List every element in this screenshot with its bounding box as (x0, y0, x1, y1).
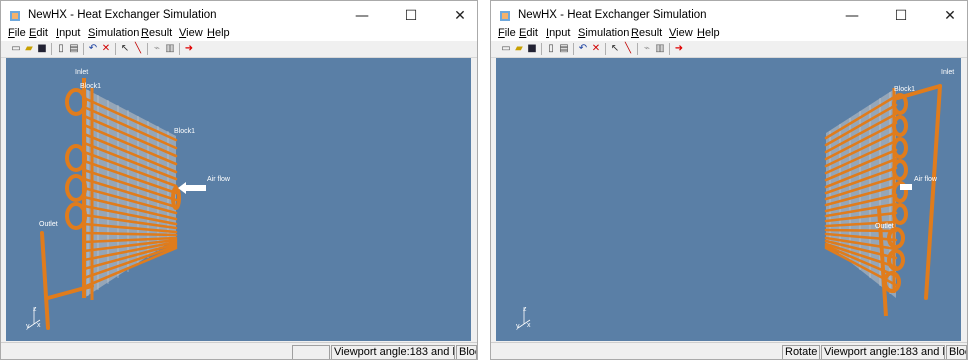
air-flow-arrow (900, 184, 912, 190)
properties-icon[interactable]: ▥ (164, 43, 176, 55)
menu-view[interactable]: View (179, 27, 203, 39)
select-pointer-icon[interactable]: ↖ (119, 43, 131, 55)
minimize-button[interactable]: — (344, 5, 380, 27)
axis-y-label: y (516, 323, 520, 330)
inlet-label: Inlet (941, 69, 954, 76)
properties-icon[interactable]: ▥ (654, 43, 666, 55)
print-icon[interactable]: ▤ (68, 43, 80, 55)
maximize-button[interactable]: ☐ (393, 5, 429, 27)
status-bar: Viewport angle:183 and heig Bloc (1, 342, 477, 359)
delete-icon[interactable]: ✕ (100, 43, 112, 55)
print-preview-icon[interactable]: ▯ (545, 43, 557, 55)
app-icon (500, 11, 510, 21)
undo-icon[interactable]: ↶ (577, 43, 589, 55)
save-icon[interactable]: ■ (36, 43, 48, 55)
menu-input[interactable]: Input (546, 27, 570, 39)
window-title: NewHX - Heat Exchanger Simulation (518, 9, 707, 21)
block1-top-label: Block1 (80, 83, 101, 90)
axis-z-label: z (33, 306, 37, 313)
connect-icon[interactable]: ⌁ (151, 43, 163, 55)
outlet-label: Outlet (39, 221, 58, 228)
menu-help[interactable]: Help (697, 27, 720, 39)
app-window-left: NewHX - Heat Exchanger Simulation — ☐ ✕ … (0, 0, 478, 360)
menu-file[interactable]: File (8, 27, 26, 39)
status-viewport-angle: Viewport angle:183 and heig (821, 345, 945, 359)
window-title: NewHX - Heat Exchanger Simulation (28, 9, 217, 21)
toolbar-separator (541, 43, 542, 55)
menu-edit[interactable]: Edit (519, 27, 538, 39)
close-button[interactable]: ✕ (932, 5, 967, 27)
toolbar-separator (179, 43, 180, 55)
viewport-3d[interactable]: y z x Inlet Block1 Block1 Air flow Outle… (6, 58, 471, 341)
axis-z-label: z (523, 306, 527, 313)
toolbar-separator (573, 43, 574, 55)
block1-label: Block1 (174, 128, 195, 135)
toolbar-separator (115, 43, 116, 55)
menu-edit[interactable]: Edit (29, 27, 48, 39)
toolbar-separator (51, 43, 52, 55)
undo-icon[interactable]: ↶ (87, 43, 99, 55)
draw-line-icon[interactable]: ╲ (132, 43, 144, 55)
menu-bar: File Edit Input Simulation Result View H… (1, 27, 477, 41)
maximize-button[interactable]: ☐ (883, 5, 919, 27)
status-viewport-angle: Viewport angle:183 and heig (331, 345, 455, 359)
open-icon[interactable]: ▰ (513, 43, 525, 55)
save-icon[interactable]: ■ (526, 43, 538, 55)
app-window-right: NewHX - Heat Exchanger Simulation — ☐ ✕ … (490, 0, 968, 360)
menu-view[interactable]: View (669, 27, 693, 39)
menu-file[interactable]: File (498, 27, 516, 39)
open-icon[interactable]: ▰ (23, 43, 35, 55)
toolbar-separator (669, 43, 670, 55)
hx-model: y z x Inlet Block1 Air flow Outlet (516, 69, 954, 330)
toolbar-separator (637, 43, 638, 55)
delete-icon[interactable]: ✕ (590, 43, 602, 55)
run-arrow-icon[interactable]: ➜ (673, 43, 685, 55)
toolbar-separator (147, 43, 148, 55)
toolbar-separator (605, 43, 606, 55)
viewport-3d[interactable]: y z x Inlet Block1 Air flow Outlet (496, 58, 961, 341)
menu-result[interactable]: Result (631, 27, 662, 39)
hx-model: y z x Inlet Block1 Block1 Air flow Outle… (26, 69, 231, 330)
close-button[interactable]: ✕ (442, 5, 477, 27)
menu-result[interactable]: Result (141, 27, 172, 39)
connect-icon[interactable]: ⌁ (641, 43, 653, 55)
status-mode: Rotate (782, 345, 820, 359)
new-icon[interactable]: ▭ (10, 43, 22, 55)
menu-simulation[interactable]: Simulation (578, 27, 629, 39)
toolbar: ▭ ▰ ■ ▯ ▤ ↶ ✕ ↖ ╲ ⌁ ▥ ➜ (1, 41, 477, 58)
air-flow-label: Air flow (207, 176, 231, 183)
print-preview-icon[interactable]: ▯ (55, 43, 67, 55)
status-block: Bloc (946, 345, 967, 359)
air-flow-label: Air flow (914, 176, 938, 183)
menu-input[interactable]: Input (56, 27, 80, 39)
status-bar: Rotate Viewport angle:183 and heig Bloc (491, 342, 967, 359)
axis-x-label: x (37, 322, 41, 329)
block1-label: Block1 (894, 86, 915, 93)
status-block: Bloc (456, 345, 477, 359)
select-pointer-icon[interactable]: ↖ (609, 43, 621, 55)
outlet-label: Outlet (875, 223, 894, 230)
draw-line-icon[interactable]: ╲ (622, 43, 634, 55)
menu-help[interactable]: Help (207, 27, 230, 39)
minimize-button[interactable]: — (834, 5, 870, 27)
new-icon[interactable]: ▭ (500, 43, 512, 55)
inlet-label: Inlet (75, 69, 88, 76)
toolbar-separator (83, 43, 84, 55)
status-mode (292, 345, 330, 359)
app-icon (10, 11, 20, 21)
toolbar: ▭ ▰ ■ ▯ ▤ ↶ ✕ ↖ ╲ ⌁ ▥ ➜ (491, 41, 967, 58)
print-icon[interactable]: ▤ (558, 43, 570, 55)
axis-x-label: x (527, 322, 531, 329)
menu-simulation[interactable]: Simulation (88, 27, 139, 39)
run-arrow-icon[interactable]: ➜ (183, 43, 195, 55)
menu-bar: File Edit Input Simulation Result View H… (491, 27, 967, 41)
axis-y-label: y (26, 323, 30, 330)
air-flow-arrow (178, 182, 206, 194)
